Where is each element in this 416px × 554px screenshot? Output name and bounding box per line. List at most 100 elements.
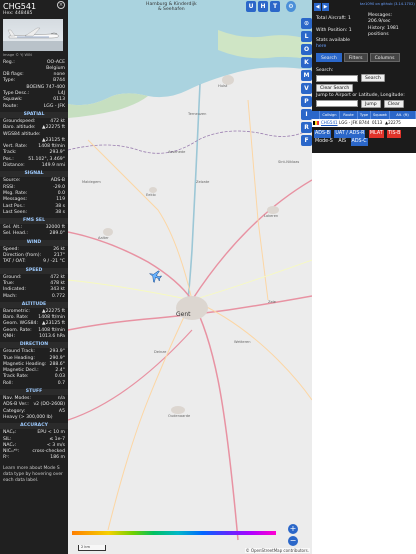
zoom-out-button[interactable]: − [288, 536, 298, 546]
clear-jump-button[interactable]: Clear [383, 99, 404, 108]
callsign-title: CHG541 [3, 2, 37, 11]
jump-button[interactable]: Jump [361, 99, 381, 108]
map-view[interactable]: Hamburg & Kinderdijk & Seehafen U H T ⚙ ⊙ L O… [68, 0, 312, 554]
history-value: positions [368, 32, 389, 37]
town-label: Hulst [218, 84, 228, 88]
column-header[interactable]: Type [358, 111, 371, 119]
aircraft-table: Callsign Route Type Squawk Alt. (ft) CHG… [312, 111, 416, 127]
toggle-button-k[interactable]: K [301, 57, 312, 68]
legend-adsc[interactable]: ADS-C [350, 138, 368, 146]
section-header[interactable]: STUFF [0, 389, 68, 396]
toggle-button-r[interactable]: R [301, 122, 312, 133]
row-type: B744 [359, 120, 370, 125]
info-value: A5 [58, 408, 65, 414]
column-header[interactable]: Route [340, 111, 358, 119]
info-row: Sel. Head.: 289.0° [0, 231, 68, 237]
info-note: Learn more about Mode S data type by hov… [3, 465, 63, 483]
column-header[interactable]: Callsign [320, 111, 340, 119]
legend-tisb[interactable]: TIS-B [387, 130, 402, 138]
tab-filters[interactable]: Filters [343, 53, 368, 62]
center-target-icon[interactable]: ⊙ [301, 18, 312, 29]
map-canvas[interactable] [68, 0, 312, 554]
info-key: TAT / OAT: [3, 259, 26, 265]
info-key: Distance: [3, 163, 25, 169]
sidebar-toggle: ◀ ▶ [314, 3, 329, 11]
search-area: Search: Search Clear Search Jump to Airp… [316, 68, 414, 108]
info-key: Sel. Head.: [3, 231, 28, 237]
info-key: Type: [3, 78, 16, 84]
row-callsign[interactable]: CHG541 [320, 119, 338, 127]
aircraft-photo[interactable] [3, 19, 63, 52]
legend-adsb[interactable]: ADS-B [314, 130, 331, 138]
layer-button-h[interactable]: H [258, 1, 268, 12]
tab-columns[interactable]: Columns [369, 53, 400, 62]
toggle-button-i[interactable]: I [301, 109, 312, 120]
search-button[interactable]: Search [361, 74, 385, 82]
version-link[interactable]: tar1090 on github (3.14.1702) [360, 2, 415, 6]
airplane-photo-icon [3, 28, 63, 52]
sidebar-top: ◀ ▶ Total Aircraft: 1 Messages: 206.9/se… [312, 0, 416, 153]
stats-here-link[interactable]: here [316, 44, 326, 50]
section-header[interactable]: SIGNAL [0, 171, 68, 178]
town-label: Eeklo [146, 193, 156, 197]
info-key: WGS84 altitude: [3, 131, 41, 137]
layer-button-t[interactable]: T [270, 1, 280, 12]
town-label: Zele [268, 300, 276, 304]
toggle-button-p[interactable]: P [301, 96, 312, 107]
expand-right-icon[interactable]: ▶ [322, 3, 329, 11]
total-aircraft: Total Aircraft: 1 [316, 16, 351, 21]
column-header[interactable]: Alt. (ft) [390, 111, 416, 119]
town-label: Aalter [98, 236, 109, 240]
close-icon[interactable]: × [57, 1, 65, 9]
tab-search[interactable]: Search [316, 53, 342, 62]
town-label: Assenede [168, 150, 186, 154]
section-header[interactable]: ACCURACY [0, 423, 68, 430]
zoom-in-button[interactable]: + [288, 524, 298, 534]
legend-ais[interactable]: AIS [337, 138, 347, 146]
info-value: ▲22275 ft [42, 125, 65, 131]
info-key: Mach: [3, 293, 17, 299]
info-row: Distance: 149.9 nmi [0, 163, 68, 169]
aircraft-info-panel: CHG541 Hex: 448485 × Image © YJ WIN Reg.… [0, 0, 68, 554]
town-label: Zelzate [196, 180, 210, 184]
collapse-left-icon[interactable]: ◀ [314, 3, 321, 11]
info-value: 38 s [55, 209, 65, 215]
legend-modes[interactable]: Mode-S [314, 138, 334, 146]
identity-block: Reg.: OO-ACE Belgium DB flags: none Type: B744… [0, 60, 68, 110]
town-label: Sint-Niklaas [278, 160, 300, 164]
section-header[interactable]: FMS SEL [0, 218, 68, 225]
info-key: QNH: [3, 333, 16, 339]
jump-input[interactable] [316, 100, 358, 107]
section-header[interactable]: SPEED [0, 267, 68, 274]
section-header[interactable]: SPATIAL [0, 111, 68, 118]
legend-uat[interactable]: UAT / ADS-R [334, 130, 366, 138]
toggle-button-f[interactable]: F [301, 135, 312, 146]
search-input[interactable] [316, 74, 358, 82]
town-label: Terneuzen [188, 112, 207, 116]
table-header: Callsign Route Type Squawk Alt. (ft) [312, 111, 416, 119]
messages-value: 206.9/sec [368, 19, 391, 24]
column-header[interactable]: Squawk [371, 111, 390, 119]
info-row: TAT / OAT: 9 / -21 °C [0, 259, 68, 265]
info-value: LGG - JFK [43, 103, 65, 109]
section-header[interactable]: ALTITUDE [0, 301, 68, 308]
table-row[interactable]: CHG541 LGG - JFK B744 0113 ▲22275 [312, 119, 416, 127]
section-header[interactable]: DIRECTION [0, 342, 68, 349]
town-label: Lokeren [264, 214, 279, 218]
settings-gear-icon[interactable]: ⚙ [286, 1, 296, 12]
info-value: 149.9 nmi [41, 163, 65, 169]
section-header[interactable]: WIND [0, 239, 68, 246]
map-attribution[interactable]: © OpenStreetMap contributors. [244, 548, 310, 553]
toggle-button-v[interactable]: V [301, 83, 312, 94]
toggle-button-m[interactable]: M [301, 70, 312, 81]
toggle-button-o[interactable]: O [301, 44, 312, 55]
source-legend: ADS-B UAT / ADS-R MLAT TIS-B Mode-S AIS … [314, 130, 414, 146]
town-label: Oudenaarde [168, 414, 191, 418]
map-top-label-line2: & Seehafen [157, 7, 185, 12]
clear-search-button[interactable]: Clear Search [316, 84, 354, 92]
flag-icon [312, 119, 320, 127]
layer-button-u[interactable]: U [246, 1, 256, 12]
legend-mlat[interactable]: MLAT [368, 130, 384, 138]
toggle-button-l[interactable]: L [301, 31, 312, 42]
info-value: 289.0° [49, 231, 65, 237]
